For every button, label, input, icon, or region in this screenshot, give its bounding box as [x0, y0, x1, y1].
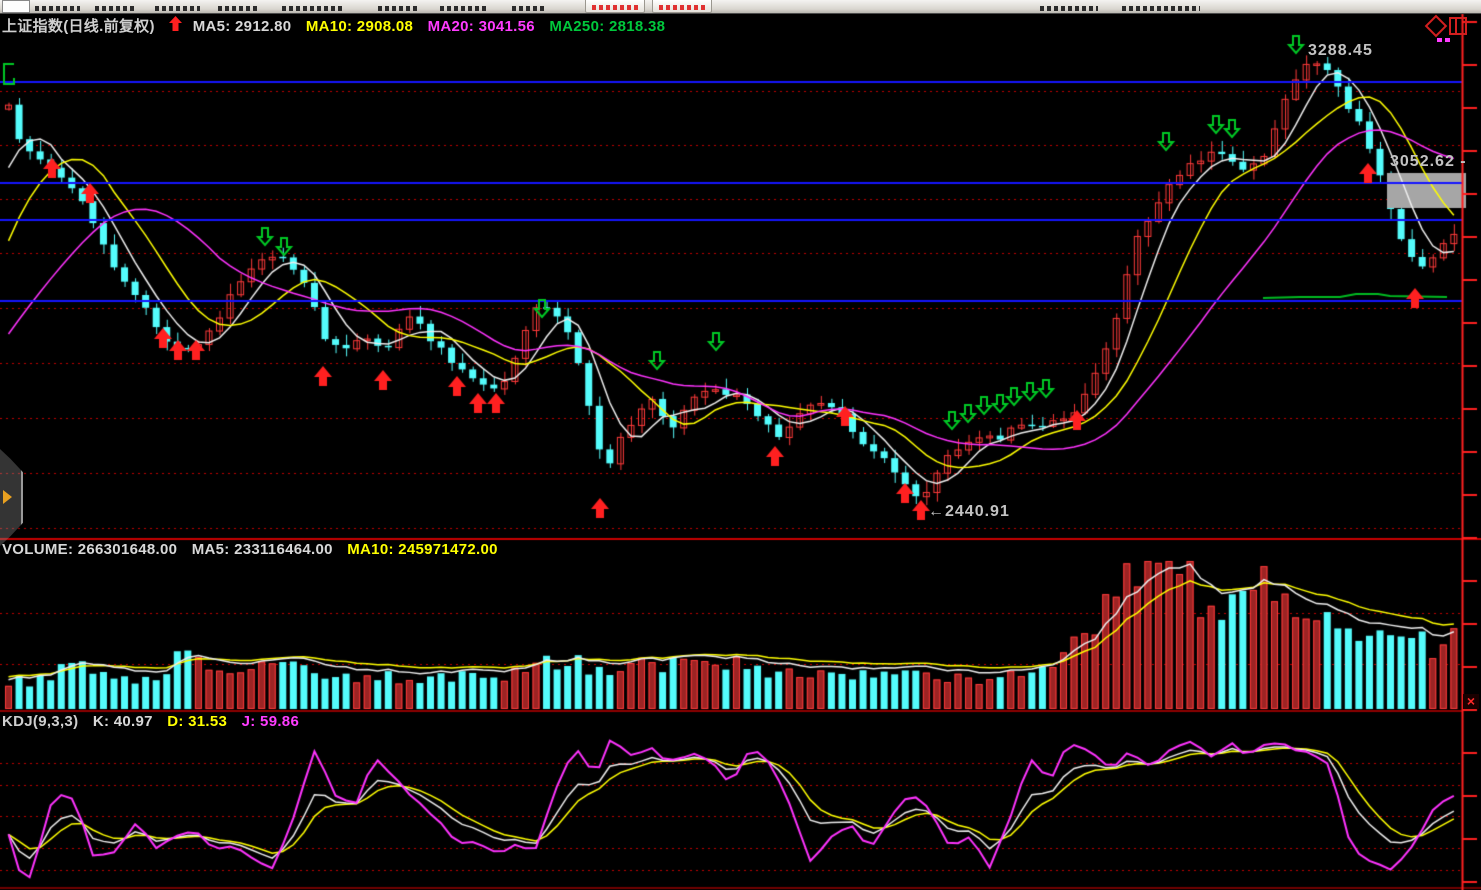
sell-button-label — [659, 5, 705, 10]
close-pane-icon[interactable]: × — [1463, 694, 1479, 709]
app-logo-icon[interactable] — [2, 0, 30, 13]
kdj-j-value: J: 59.86 — [242, 713, 299, 730]
peak-price-label: 3288.45 — [1308, 42, 1373, 60]
ma20-value: MA20: 3041.56 — [428, 18, 535, 35]
level-price-label: 3052.62 - — [1390, 153, 1467, 171]
menu-item[interactable] — [35, 6, 80, 11]
menu-item[interactable] — [95, 6, 137, 11]
expand-arrow-icon — [3, 490, 12, 504]
menu-item[interactable] — [282, 6, 342, 11]
trading-app-window: 上证指数(日线.前复权) MA5: 2912.80 MA10: 2908.08 … — [0, 0, 1481, 890]
kdj-k-value: K: 40.97 — [93, 713, 153, 730]
kdj-name: KDJ(9,3,3) — [2, 713, 78, 730]
sell-button[interactable] — [652, 0, 712, 13]
menu-item[interactable] — [1122, 6, 1200, 11]
menu-item[interactable] — [1040, 6, 1098, 11]
price-volume-kdj-chart[interactable] — [0, 0, 1481, 890]
menu-item[interactable] — [440, 6, 488, 11]
main-indicator-header: 上证指数(日线.前复权) MA5: 2912.80 MA10: 2908.08 … — [2, 15, 675, 36]
menu-item[interactable] — [218, 6, 258, 11]
volume-ma10-value: MA10: 245971472.00 — [347, 541, 498, 558]
kdj-indicator-header: KDJ(9,3,3) K: 40.97 D: 31.53 J: 59.86 — [2, 713, 309, 730]
menu-item[interactable] — [512, 6, 547, 11]
volume-indicator-header: VOLUME: 266301648.00 MA5: 233116464.00 M… — [2, 541, 508, 558]
volume-value: VOLUME: 266301648.00 — [2, 541, 177, 558]
ma10-value: MA10: 2908.08 — [306, 18, 413, 35]
up-arrow-icon — [169, 18, 182, 35]
ma250-value: MA250: 2818.38 — [549, 18, 665, 35]
more-options-icon[interactable] — [1437, 38, 1451, 42]
trough-price-label: ←2440.91 — [928, 503, 1010, 521]
volume-ma5-value: MA5: 233116464.00 — [192, 541, 333, 558]
ma5-value: MA5: 2912.80 — [193, 18, 292, 35]
menu-item[interactable] — [378, 6, 418, 11]
menu-item[interactable] — [155, 6, 200, 11]
symbol-title: 上证指数(日线.前复权) — [2, 18, 155, 35]
buy-button[interactable] — [585, 0, 645, 13]
menu-bar — [0, 0, 1481, 14]
split-window-icon[interactable] — [1449, 17, 1467, 35]
buy-button-label — [592, 5, 638, 10]
kdj-d-value: D: 31.53 — [167, 713, 227, 730]
